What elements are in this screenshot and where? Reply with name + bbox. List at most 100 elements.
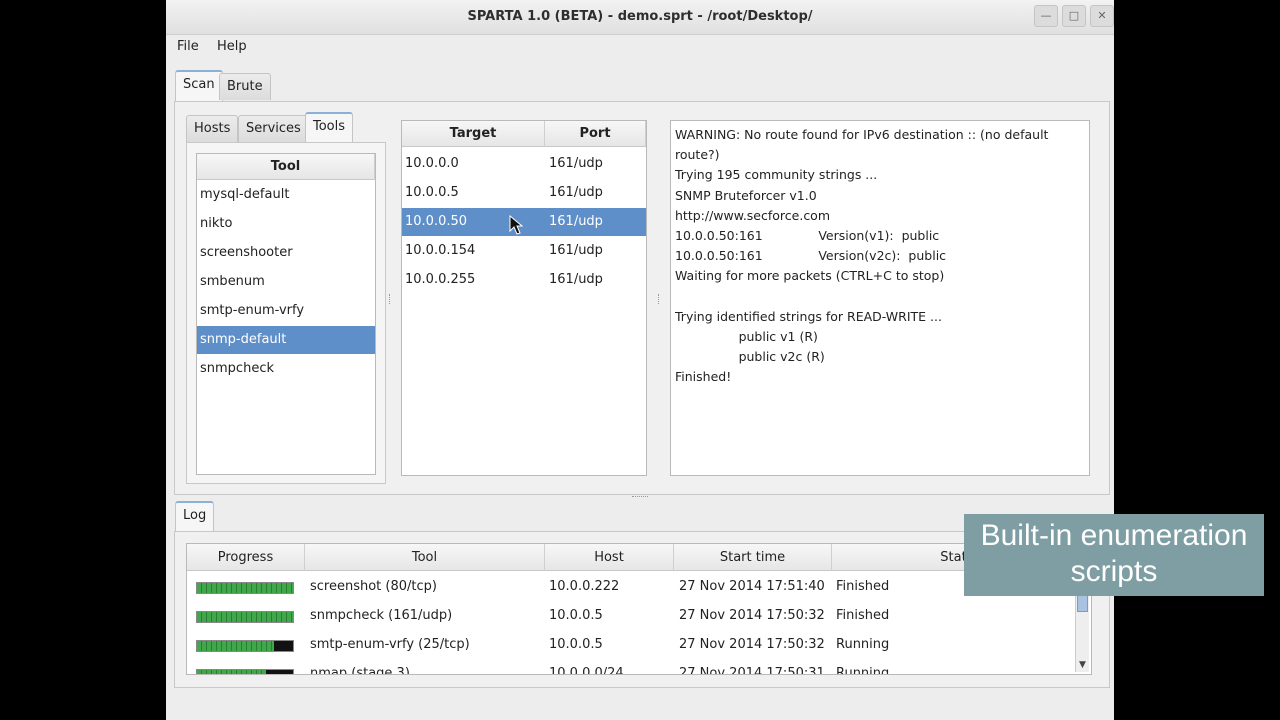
log-row[interactable]: screenshot (80/tcp) 10.0.0.222 27 Nov 2014… [187, 573, 1072, 601]
output-line: 10.0.0.50:161 Version(v1): public [675, 228, 940, 243]
mouse-cursor-icon [509, 215, 523, 235]
log-status: Running [836, 637, 890, 652]
output-line: public v2c (R) [675, 349, 825, 365]
output-line: http://www.secforce.com [675, 207, 831, 223]
target-ip: 10.0.0.154 [405, 243, 476, 258]
output-line: public v1 (R) [675, 329, 818, 344]
output-line: 10.0.0.50:161 Version(v2c): public [675, 248, 947, 264]
log-host: 10.0.0.5 [549, 608, 603, 623]
progress-fill [197, 612, 293, 622]
target-row[interactable]: 10.0.0.0 161/udp [402, 150, 646, 178]
splitter-handle[interactable] [658, 294, 661, 304]
target-ip: 10.0.0.50 [405, 214, 468, 229]
progress-bar [196, 611, 294, 623]
tab-tools[interactable]: Tools [305, 112, 354, 143]
progress-fill [197, 670, 267, 674]
target-column-header[interactable]: Target [402, 121, 545, 147]
sparta-window: SPARTA 1.0 (BETA) - demo.sprt - /root/De… [166, 0, 1114, 720]
tool-name: screenshooter [200, 245, 293, 260]
menu-bar: File Help [166, 35, 1114, 59]
caption-overlay: Built-in enumeration scripts [964, 514, 1264, 596]
tool-list-item[interactable]: screenshooter [197, 239, 375, 267]
tool-list-item[interactable]: mysql-default [197, 181, 375, 209]
tool-name: smtp-enum-vrfy [200, 303, 305, 318]
title-bar[interactable]: SPARTA 1.0 (BETA) - demo.sprt - /root/De… [166, 0, 1114, 35]
target-row[interactable]: 10.0.0.50 161/udp [402, 208, 646, 236]
output-line: route?) [675, 147, 720, 163]
progress-column-header[interactable]: Progress [187, 544, 305, 571]
output-line: Trying identified strings for READ-WRITE… [675, 308, 942, 324]
tool-name: snmpcheck [200, 361, 274, 376]
log-status: Running [836, 666, 890, 675]
target-port: 161/udp [549, 272, 603, 287]
tool-name: smbenum [200, 274, 265, 289]
output-line: Finished! [675, 369, 732, 385]
scroll-down-icon[interactable]: ▼ [1076, 658, 1089, 672]
output-line: Waiting for more packets (CTRL+C to stop… [675, 268, 945, 284]
progress-fill [197, 583, 293, 593]
log-host: 10.0.0.0/24 [549, 666, 624, 675]
log-status: Finished [836, 608, 890, 623]
scan-frame: Hosts Services Tools Tool mysql-default n… [174, 101, 1110, 495]
tab-hosts[interactable]: Hosts [186, 115, 239, 142]
target-port: 161/udp [549, 185, 603, 200]
log-start-time: 27 Nov 2014 17:51:40 [679, 579, 825, 594]
log-row[interactable]: nmap (stage 3) 10.0.0.0/24 27 Nov 2014 17:… [187, 660, 1072, 675]
target-ip: 10.0.0.255 [405, 272, 476, 287]
log-host: 10.0.0.222 [549, 579, 620, 594]
tools-list[interactable]: Tool mysql-default nikto screenshooter smbe… [196, 153, 376, 475]
tool-column-header[interactable]: Tool [305, 544, 545, 571]
target-row[interactable]: 10.0.0.154 161/udp [402, 237, 646, 265]
tool-list-item[interactable]: smbenum [197, 268, 375, 296]
tool-list-item[interactable]: snmp-default [197, 326, 375, 354]
tool-name: snmp-default [200, 332, 287, 347]
log-start-time: 27 Nov 2014 17:50:31 [679, 666, 825, 675]
log-status: Finished [836, 579, 890, 594]
menu-file[interactable]: File [177, 39, 199, 54]
target-port: 161/udp [549, 214, 603, 229]
progress-bar [196, 582, 294, 594]
log-row[interactable]: smtp-enum-vrfy (25/tcp) 10.0.0.5 27 Nov 20… [187, 631, 1072, 659]
tool-list-item[interactable]: smtp-enum-vrfy [197, 297, 375, 325]
tab-brute[interactable]: Brute [219, 73, 271, 100]
output-line: SNMP Bruteforcer v1.0 [675, 187, 817, 203]
log-row[interactable]: snmpcheck (161/udp) 10.0.0.5 27 Nov 2014 1… [187, 602, 1072, 630]
close-icon[interactable]: ✕ [1090, 5, 1114, 27]
tools-tab-frame: Tool mysql-default nikto screenshooter smbe… [186, 142, 386, 484]
output-line: Trying 195 community strings ... [675, 167, 878, 183]
log-tool: snmpcheck (161/udp) [310, 608, 453, 623]
log-tool: smtp-enum-vrfy (25/tcp) [310, 637, 470, 652]
progress-fill [197, 641, 274, 651]
log-start-time: 27 Nov 2014 17:50:32 [679, 637, 825, 652]
log-host: 10.0.0.5 [549, 637, 603, 652]
log-table[interactable]: Progress Tool Host Start time Status scr… [186, 543, 1092, 675]
menu-help[interactable]: Help [217, 39, 247, 54]
target-ip: 10.0.0.5 [405, 185, 459, 200]
log-tool: screenshot (80/tcp) [310, 579, 437, 594]
tool-name: nikto [200, 216, 233, 231]
tab-services[interactable]: Services [238, 115, 309, 142]
splitter-handle[interactable] [632, 496, 648, 499]
progress-bar [196, 669, 294, 674]
tool-name: mysql-default [200, 187, 290, 202]
window-title: SPARTA 1.0 (BETA) - demo.sprt - /root/De… [467, 9, 813, 24]
target-row[interactable]: 10.0.0.255 161/udp [402, 266, 646, 294]
tools-header[interactable]: Tool [197, 154, 375, 180]
targets-table[interactable]: Target Port 10.0.0.0 161/udp 10.0.0.5 161/u… [401, 120, 647, 476]
target-port: 161/udp [549, 243, 603, 258]
tool-list-item[interactable]: nikto [197, 210, 375, 238]
splitter-handle[interactable] [389, 294, 392, 304]
tab-log[interactable]: Log [175, 501, 215, 532]
target-port: 161/udp [549, 156, 603, 171]
port-column-header[interactable]: Port [545, 121, 646, 147]
target-row[interactable]: 10.0.0.5 161/udp [402, 179, 646, 207]
minimize-icon[interactable]: — [1034, 5, 1058, 27]
start-time-column-header[interactable]: Start time [674, 544, 832, 571]
tab-scan[interactable]: Scan [175, 70, 223, 101]
maximize-icon[interactable]: □ [1062, 5, 1086, 27]
target-ip: 10.0.0.0 [405, 156, 459, 171]
tool-list-item[interactable]: snmpcheck [197, 355, 375, 383]
tool-output-panel[interactable]: WARNING: No route found for IPv6 destina… [670, 120, 1090, 476]
host-column-header[interactable]: Host [545, 544, 674, 571]
log-start-time: 27 Nov 2014 17:50:32 [679, 608, 825, 623]
